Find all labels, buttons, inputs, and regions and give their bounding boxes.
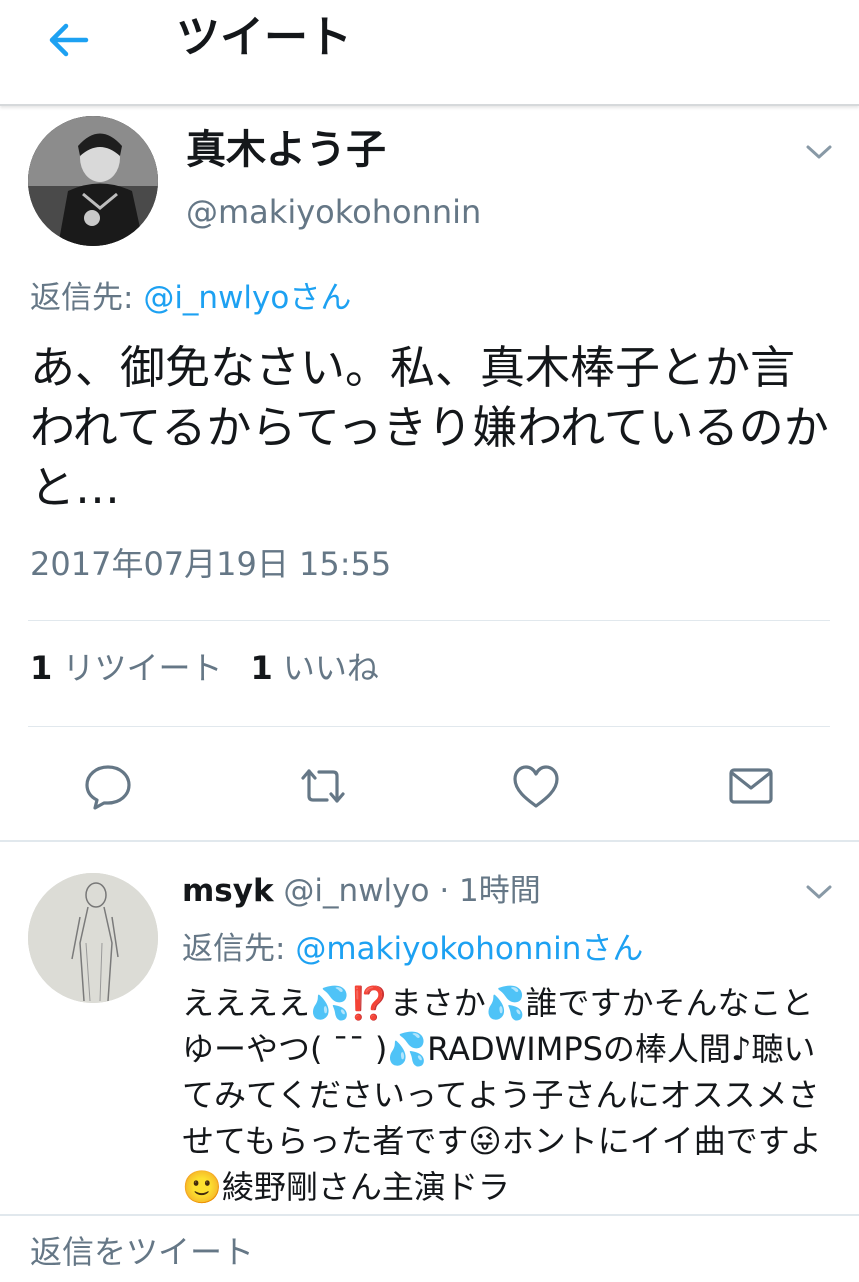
top-bar: ツイート: [0, 0, 859, 106]
reply-icon[interactable]: [82, 760, 134, 812]
retweet-label: リツイート: [62, 649, 223, 687]
tweet-timestamp: 2017年07月19日 15:55: [30, 545, 392, 583]
reply-mention-link[interactable]: @makiyokohonninさん: [295, 931, 643, 967]
reply-composer-input[interactable]: 返信をツイート: [30, 1230, 254, 1274]
chevron-down-icon[interactable]: [804, 882, 834, 902]
back-arrow-icon[interactable]: [44, 20, 92, 60]
dm-icon[interactable]: [725, 760, 777, 812]
section-divider: [0, 840, 859, 842]
reply-avatar[interactable]: [28, 873, 158, 1003]
like-label: いいね: [282, 649, 379, 687]
reply-reply-to-line: 返信先: @makiyokohonninさん: [182, 926, 643, 972]
retweet-count: 1: [30, 649, 53, 687]
reply-author-name[interactable]: msyk: [182, 873, 274, 909]
chevron-down-icon[interactable]: [804, 142, 834, 162]
reply-text: ええええ💦⁉️まさか💦誰ですかそんなことゆーやつ( ¯¯ )💦RADWIMPSの…: [182, 984, 822, 1206]
tweet-author-name[interactable]: 真木よう子: [186, 124, 386, 176]
page-title: ツイート: [176, 12, 352, 63]
like-count-link[interactable]: 1 いいね: [250, 649, 378, 687]
reply-to-label: 返信先:: [182, 931, 296, 967]
retweet-count-link[interactable]: 1 リツイート: [30, 649, 222, 687]
reply-to-line: 返信先: @i_nwlyoさん: [30, 276, 351, 320]
tweet-author-handle[interactable]: @makiyokohonnin: [186, 190, 481, 234]
reply-to-label: 返信先:: [30, 280, 144, 316]
tweet-stats: 1 リツイート 1 いいね: [30, 646, 379, 690]
divider: [28, 726, 830, 727]
like-count: 1: [250, 649, 273, 687]
tweet-text: あ、御免なさい。私、真木棒子とか言われてるからてっきり嫌われているのかと…: [30, 341, 829, 514]
avatar[interactable]: [28, 116, 158, 246]
reply-mention-link[interactable]: @i_nwlyoさん: [143, 280, 351, 316]
divider: [28, 620, 830, 621]
like-icon[interactable]: [510, 760, 562, 812]
reply-header: msyk @i_nwlyo · 1時間: [182, 868, 541, 914]
retweet-icon[interactable]: [297, 760, 349, 812]
reply-meta: @i_nwlyo · 1時間: [273, 873, 541, 909]
